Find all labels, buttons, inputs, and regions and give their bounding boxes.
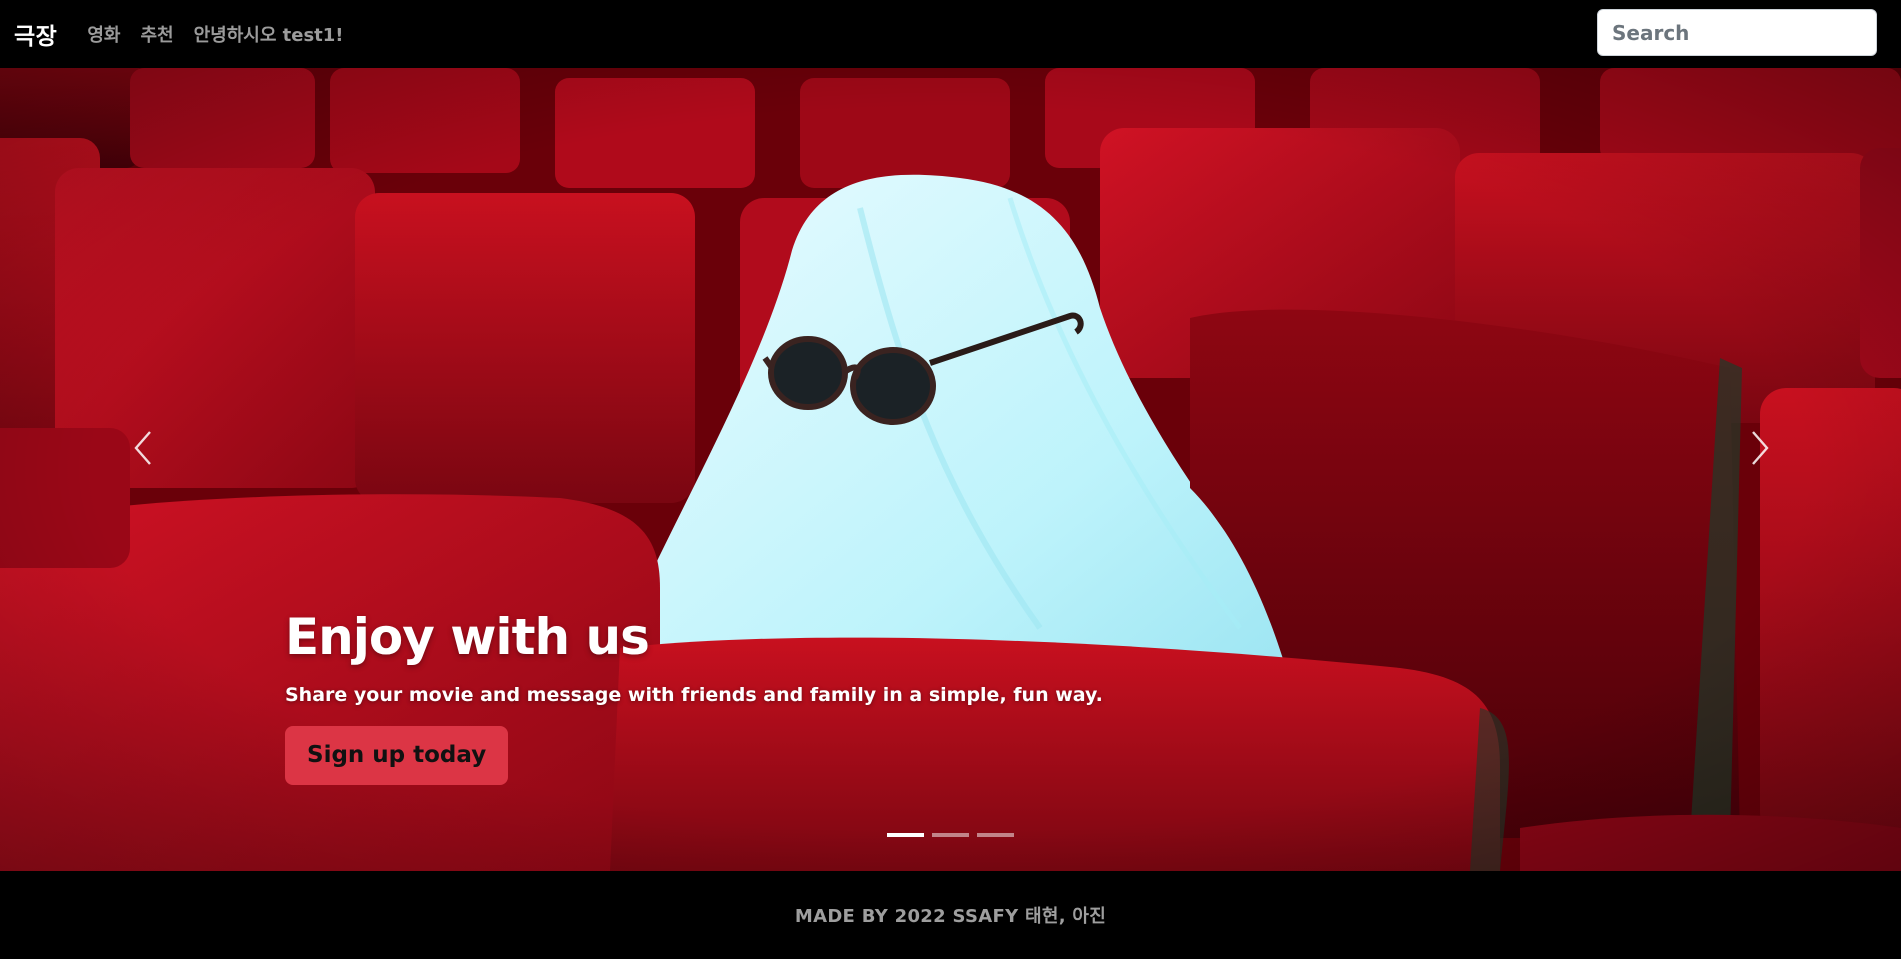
nav-link-recommend[interactable]: 추천 [140,21,173,47]
carousel-caption: Enjoy with us Share your movie and messa… [285,608,1103,785]
carousel-indicator-2[interactable] [932,833,969,837]
carousel-indicator-1[interactable] [887,833,924,837]
nav-link-movies[interactable]: 영화 [87,21,120,47]
hero-subtitle: Share your movie and message with friend… [285,684,1103,706]
search-input[interactable] [1597,9,1877,56]
hero-carousel: Enjoy with us Share your movie and messa… [0,68,1901,871]
chevron-right-icon [1752,431,1769,465]
hero-title: Enjoy with us [285,608,650,666]
brand-logo[interactable]: 극장 [14,17,57,51]
footer-credit: MADE BY 2022 SSAFY 태현, 아진 [794,906,1107,927]
carousel-indicator-3[interactable] [977,833,1014,837]
carousel-next-button[interactable] [1730,413,1790,483]
page-footer: MADE BY 2022 SSAFY 태현, 아진 [0,871,1901,959]
carousel-prev-button[interactable] [113,413,173,483]
signup-button[interactable]: Sign up today [285,726,509,785]
chevron-left-icon [134,431,151,465]
nav-link-greeting[interactable]: 안녕하시오 test1! [194,21,344,47]
top-navbar: 극장 영화 추천 안녕하시오 test1! [0,0,1901,68]
carousel-indicators [887,833,1014,837]
